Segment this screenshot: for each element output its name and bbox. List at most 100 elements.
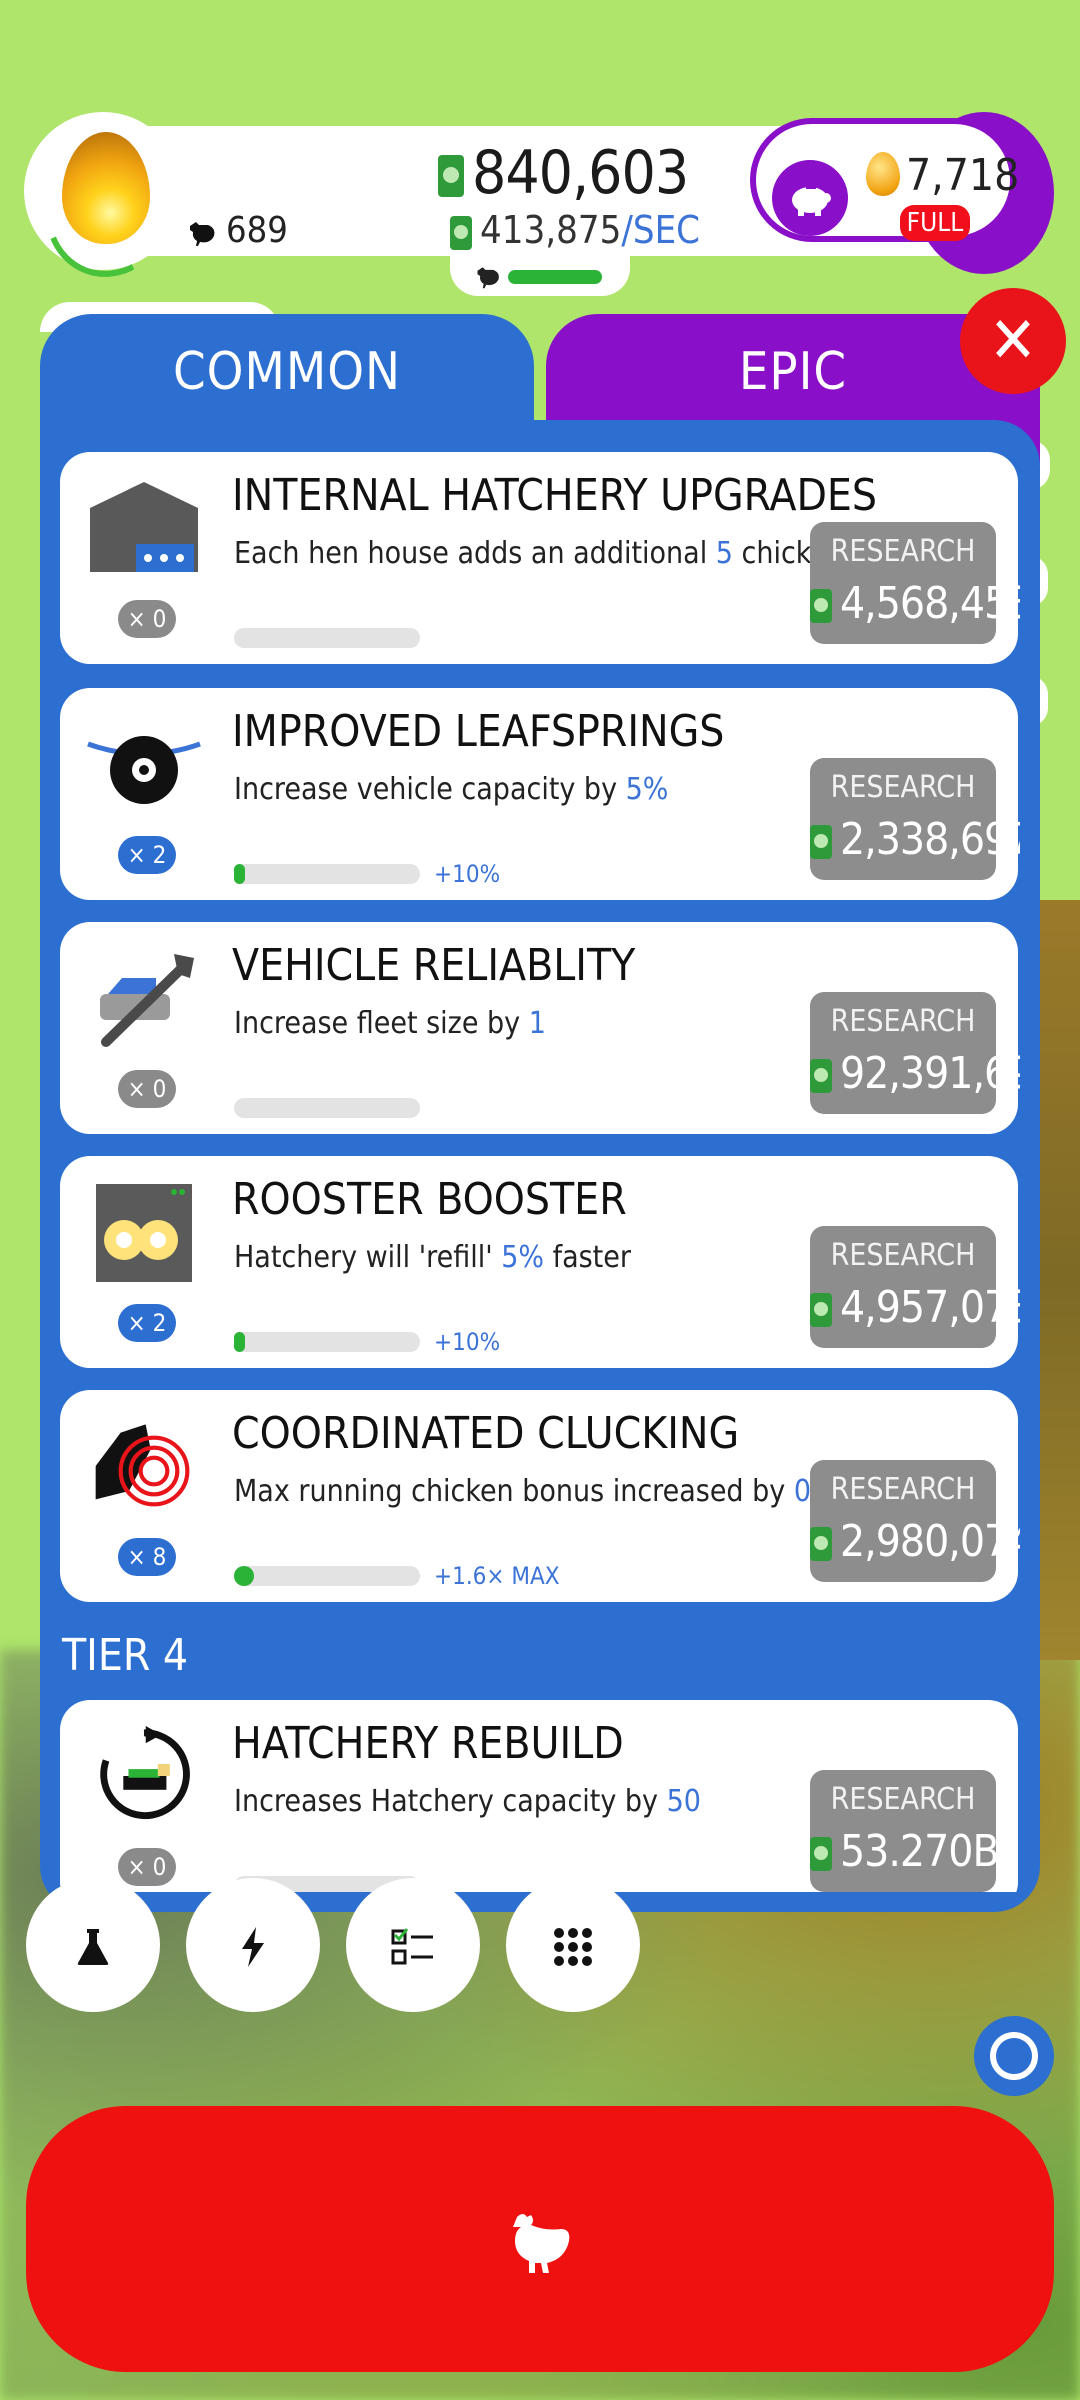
hatch-chicken-button[interactable] xyxy=(26,2106,1054,2372)
research-cost: 4,568,453 xyxy=(810,578,1020,629)
chicken-icon xyxy=(513,2214,570,2274)
research-button-label: RESEARCH xyxy=(830,1238,976,1273)
desc-highlight: 5 xyxy=(715,536,733,571)
research-button[interactable]: RESEARCH 2,980,074 xyxy=(810,1460,1020,1582)
rate-value: 413,875 xyxy=(480,208,622,252)
research-cost-value: 4,957,073 xyxy=(840,1282,1020,1333)
desc-highlight: 5% xyxy=(625,772,669,807)
cash-icon xyxy=(810,1527,832,1561)
research-card: × 0 INTERNAL HATCHERY UPGRADES Each hen … xyxy=(60,452,1020,664)
desc-text: Each hen house adds an additional xyxy=(234,536,716,571)
research-bonus: +10% xyxy=(434,860,501,888)
rooster-booster-icon xyxy=(96,1184,192,1282)
research-cost: 92,391,690 xyxy=(810,1048,1020,1099)
research-level-badge: × 0 xyxy=(118,1848,176,1886)
research-progress-bar xyxy=(234,1098,420,1118)
research-button-label: RESEARCH xyxy=(830,1472,976,1507)
desc-highlight: 1 xyxy=(528,1006,546,1041)
desc-highlight: 5% xyxy=(501,1240,545,1275)
camera-toggle-button[interactable] xyxy=(974,2016,1054,2096)
research-card: × 0 VEHICLE RELIABLITY Increase fleet si… xyxy=(60,922,1020,1134)
desc-text: Increases Hatchery capacity by xyxy=(234,1784,667,1819)
research-level-badge: × 8 xyxy=(118,1538,176,1576)
research-button[interactable]: RESEARCH 4,568,453 xyxy=(810,522,1020,644)
research-progress-bar xyxy=(234,628,420,648)
research-level-badge: × 0 xyxy=(118,1070,176,1108)
research-cost-value: 2,338,697 xyxy=(840,814,1020,865)
desc-text: Hatchery will 'refill' xyxy=(234,1240,502,1275)
golden-egg-icon xyxy=(866,152,900,196)
research-progress-fill xyxy=(234,1566,255,1586)
research-flask-icon xyxy=(77,1929,109,1965)
research-description: Increases Hatchery capacity by 50 xyxy=(234,1784,701,1819)
research-card: × 2 ROOSTER BOOSTER Hatchery will 'refil… xyxy=(60,1156,1020,1368)
desc-text: Max running chicken bonus increased by xyxy=(234,1474,794,1509)
desc-highlight: 50 xyxy=(666,1784,701,1819)
research-description: Increase vehicle capacity by 5% xyxy=(234,772,668,807)
running-chicken-icon xyxy=(477,267,499,289)
research-level-badge: × 2 xyxy=(118,836,176,874)
desc-text: Increase vehicle capacity by xyxy=(234,772,626,807)
research-cost-value: 53.270B xyxy=(840,1826,1000,1877)
golden-egg-count: 7,718 xyxy=(906,150,1020,201)
desc-text: faster xyxy=(544,1240,631,1275)
research-button-label: RESEARCH xyxy=(830,1782,976,1817)
research-progress-fill xyxy=(234,864,246,884)
research-title: INTERNAL HATCHERY UPGRADES xyxy=(232,470,878,521)
research-bonus: +1.6× MAX xyxy=(434,1562,560,1590)
research-title: HATCHERY REBUILD xyxy=(232,1718,624,1769)
chicken-count: 689 xyxy=(186,210,288,251)
research-cost-value: 92,391,690 xyxy=(840,1048,1020,1099)
research-button[interactable]: RESEARCH 53.270B xyxy=(810,1770,1000,1892)
research-title: ROOSTER BOOSTER xyxy=(232,1174,627,1225)
missions-button[interactable] xyxy=(346,1878,480,2012)
research-flask-button[interactable] xyxy=(26,1878,160,2012)
research-cost: 4,957,073 xyxy=(810,1282,1020,1333)
money-value: 840,603 xyxy=(472,138,689,208)
research-cost: 2,338,697 xyxy=(810,814,1020,865)
menu-button[interactable] xyxy=(506,1878,640,2012)
hen-house-icon xyxy=(90,482,198,572)
cash-icon xyxy=(810,1293,832,1327)
research-card: × 2 IMPROVED LEAFSPRINGS Increase vehicl… xyxy=(60,688,1020,900)
piggy-full-badge: FULL xyxy=(900,205,970,241)
piggy-bank-icon[interactable] xyxy=(772,160,848,236)
money-total: 840,603 xyxy=(438,138,689,208)
research-progress-bar xyxy=(234,1566,420,1586)
wrench-vehicle-icon xyxy=(100,954,194,1047)
boost-lightning-icon xyxy=(242,1927,264,1967)
close-button[interactable]: ✕ xyxy=(960,288,1066,394)
research-description: Increase fleet size by 1 xyxy=(234,1006,546,1041)
tier-heading: TIER 4 xyxy=(62,1630,189,1681)
rate-unit: /SEC xyxy=(621,208,701,252)
tab-common[interactable]: COMMON xyxy=(40,314,534,444)
research-button[interactable]: RESEARCH 4,957,073 xyxy=(810,1226,1020,1348)
menu-grid-icon xyxy=(554,1928,592,1966)
money-rate: 413,875/SEC xyxy=(450,208,700,252)
tab-common-label: COMMON xyxy=(172,342,402,402)
research-list[interactable]: × 0 INTERNAL HATCHERY UPGRADES Each hen … xyxy=(60,452,1020,1892)
research-bonus: +10% xyxy=(434,1328,501,1356)
research-cost-value: 4,568,453 xyxy=(840,578,1020,629)
research-card: × 0 HATCHERY REBUILD Increases Hatchery … xyxy=(60,1700,1018,1892)
chicken-icon xyxy=(190,222,215,246)
research-title: VEHICLE RELIABLITY xyxy=(232,940,636,991)
research-cost: 2,980,074 xyxy=(810,1516,1020,1567)
research-button[interactable]: RESEARCH 92,391,690 xyxy=(810,992,1020,1114)
cash-icon xyxy=(450,215,472,250)
research-progress-bar xyxy=(234,864,420,884)
research-button-label: RESEARCH xyxy=(830,534,976,569)
research-level-badge: × 0 xyxy=(118,600,176,638)
research-button-label: RESEARCH xyxy=(830,1004,976,1039)
research-button[interactable]: RESEARCH 2,338,697 xyxy=(810,758,1020,880)
desc-text: Increase fleet size by xyxy=(234,1006,529,1041)
hatchery-rebuild-icon xyxy=(100,1726,190,1820)
boost-button[interactable] xyxy=(186,1878,320,2012)
research-title: COORDINATED CLUCKING xyxy=(232,1408,740,1459)
cash-icon xyxy=(810,1059,832,1093)
research-description: Max running chicken bonus increased by 0… xyxy=(234,1474,859,1509)
research-progress-fill xyxy=(234,1332,246,1352)
missions-checklist-icon xyxy=(391,1928,433,1965)
cash-icon xyxy=(810,589,832,623)
cash-icon xyxy=(810,1837,832,1871)
